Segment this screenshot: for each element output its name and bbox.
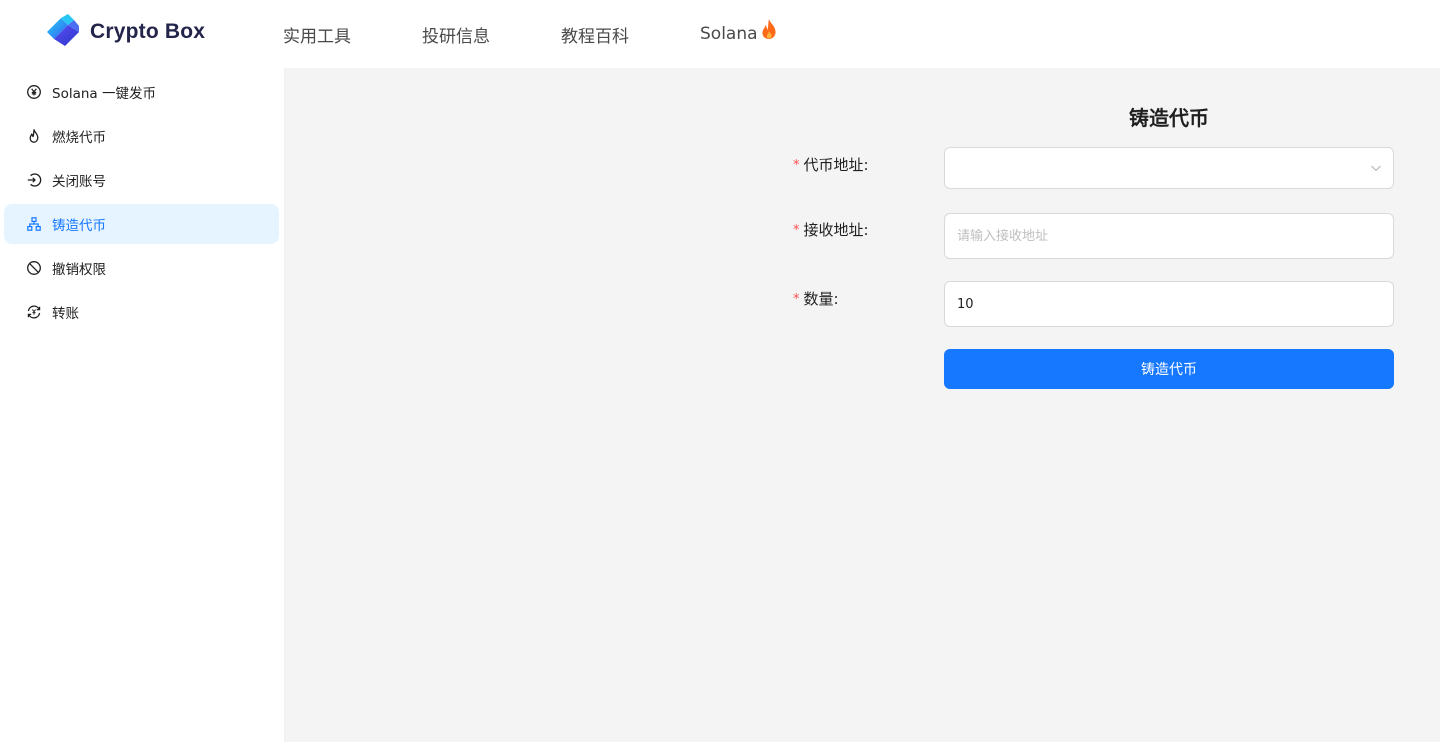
amount-field-wrapper (944, 281, 1394, 327)
sidebar-item-transfer[interactable]: 转账 (4, 292, 279, 332)
sidebar-item-burn-token[interactable]: 燃烧代币 (4, 116, 279, 156)
logout-icon (26, 172, 42, 188)
receive-address-field-wrapper (944, 213, 1394, 259)
sidebar-item-label: 关闭账号 (52, 174, 106, 190)
token-address-select[interactable] (944, 147, 1394, 189)
form-title: 铸造代币 (1129, 106, 1209, 130)
top-header: Crypto Box 实用工具 投研信息 教程百科 Solana (0, 0, 1440, 68)
sidebar-item-revoke-authority[interactable]: 撤销权限 (4, 248, 279, 288)
receive-address-label-text: 接收地址: (803, 221, 869, 239)
nav-item-research[interactable]: 投研信息 (422, 22, 490, 47)
sidebar-item-close-account[interactable]: 关闭账号 (4, 160, 279, 200)
nav-item-label: 实用工具 (283, 26, 351, 47)
sidebar-item-solana-token-launch[interactable]: Solana 一键发币 (4, 72, 279, 112)
required-mark: * (793, 158, 800, 173)
yen-coin-icon (26, 84, 42, 100)
amount-label-text: 数量: (803, 290, 839, 308)
mint-token-button[interactable]: 铸造代币 (944, 349, 1394, 389)
brand-logo[interactable]: Crypto Box (44, 13, 205, 51)
main-content: 铸造代币 *代币地址: *接收地址: *数量: 铸造代币 (285, 68, 1440, 742)
receive-address-input[interactable] (945, 214, 1393, 258)
sidebar-item-label: 撤销权限 (52, 262, 106, 278)
token-address-label: * 代币地址: (793, 154, 869, 175)
sidebar-item-mint-token[interactable]: 铸造代币 (4, 204, 279, 244)
stop-icon (26, 260, 42, 276)
cluster-icon (26, 216, 42, 232)
receive-address-label: * 接收地址: (793, 219, 869, 240)
nav-item-label: 教程百科 (561, 26, 629, 47)
required-mark: * (793, 223, 800, 238)
token-address-label-text: 代币地址: (803, 156, 869, 174)
nav-item-tutorials[interactable]: 教程百科 (561, 22, 629, 47)
crypto-box-logo-icon (47, 14, 79, 46)
sidebar-item-label: 燃烧代币 (52, 130, 106, 146)
flame-icon (26, 128, 42, 144)
amount-input[interactable] (945, 282, 1393, 326)
transfer-icon (26, 304, 42, 320)
main-nav: 实用工具 投研信息 教程百科 Solana (283, 0, 778, 68)
sidebar-item-label: 铸造代币 (52, 218, 106, 234)
sidebar-item-label: 转账 (52, 306, 79, 322)
nav-item-solana[interactable]: Solana (700, 19, 778, 44)
brand-name: Crypto Box (90, 20, 206, 43)
chevron-down-icon (1371, 165, 1381, 172)
sidebar-menu: Solana 一键发币 燃烧代币 关闭账号 铸造代币 撤销权限 转账 (0, 68, 285, 742)
required-mark: * (793, 292, 800, 307)
fire-icon (761, 19, 776, 39)
amount-label: * 数量: (793, 288, 839, 309)
nav-item-label: 投研信息 (422, 26, 490, 47)
nav-item-label: Solana (700, 24, 758, 44)
sidebar-item-label: Solana 一键发币 (52, 86, 156, 102)
nav-item-tools[interactable]: 实用工具 (283, 22, 351, 47)
